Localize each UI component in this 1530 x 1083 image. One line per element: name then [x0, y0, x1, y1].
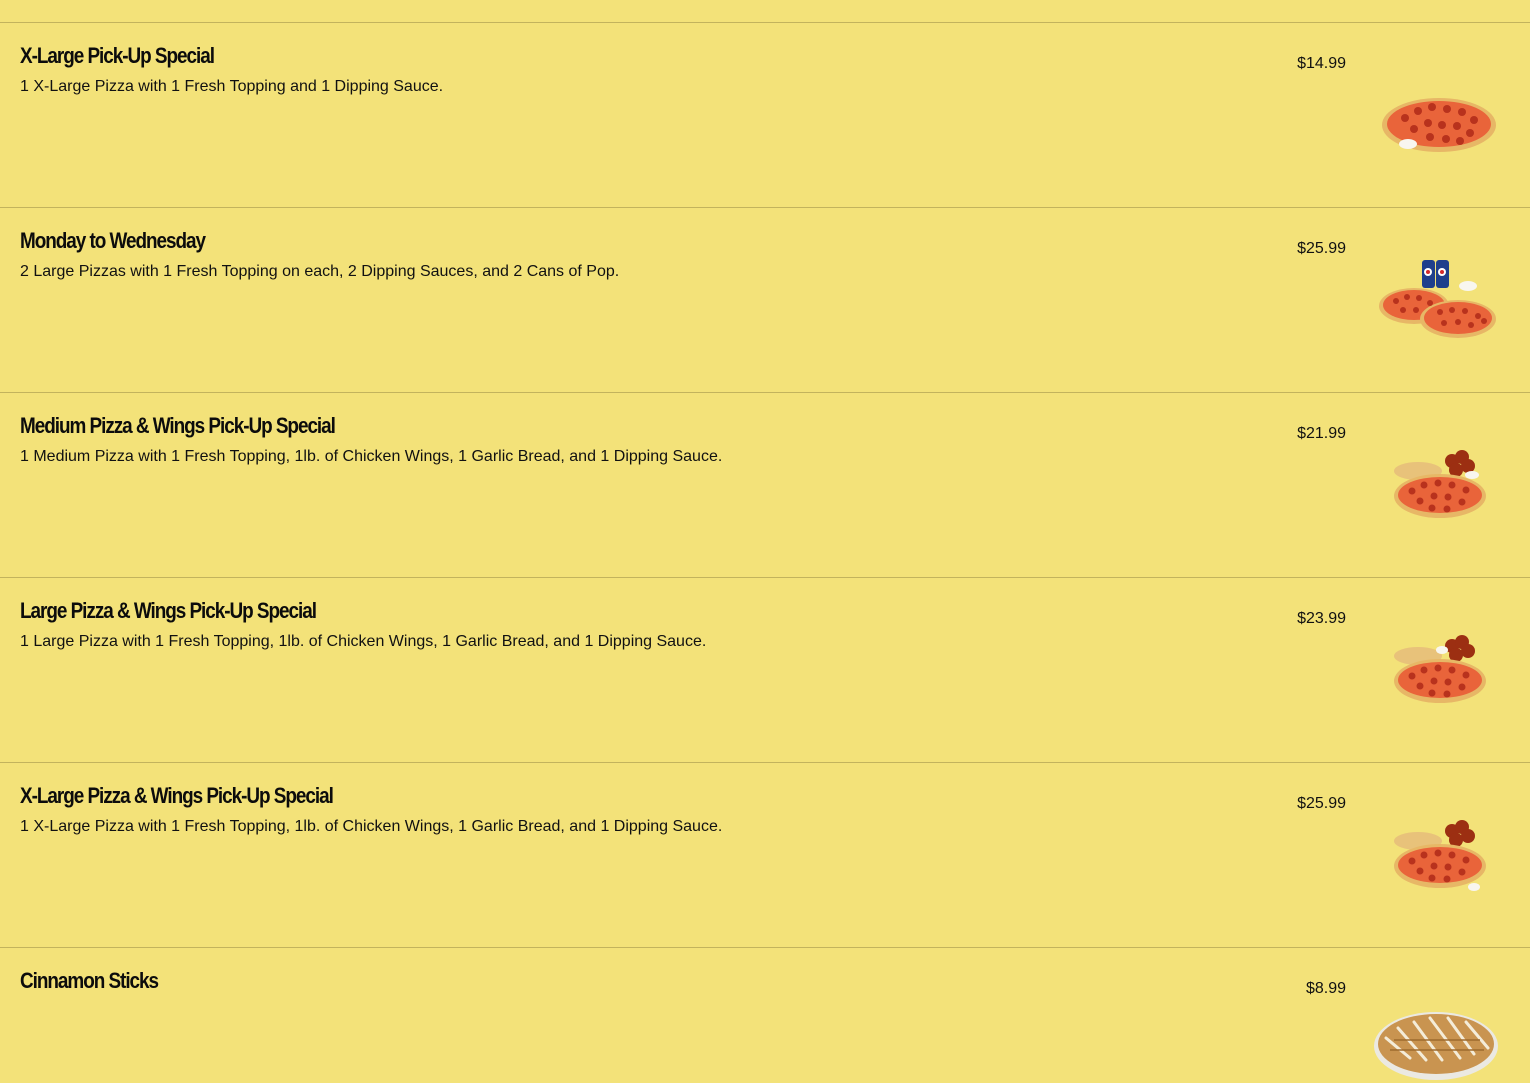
- item-price: $23.99: [1297, 610, 1346, 627]
- menu-page: X-Large Pick-Up Special 1 X-Large Pizza …: [0, 0, 1530, 1083]
- item-price: $14.99: [1297, 55, 1346, 72]
- item-name: Cinnamon Sticks: [20, 968, 159, 993]
- item-description: 1 Large Pizza with 1 Fresh Topping, 1lb.…: [20, 633, 707, 650]
- item-description: 1 X-Large Pizza with 1 Fresh Topping, 1l…: [20, 818, 723, 835]
- pizza-wings-bread-photo[interactable]: [1370, 433, 1506, 533]
- item-name: Large Pizza & Wings Pick-Up Special: [20, 598, 317, 623]
- item-name: Medium Pizza & Wings Pick-Up Special: [20, 413, 336, 438]
- menu-item[interactable]: Medium Pizza & Wings Pick-Up Special 1 M…: [0, 392, 1530, 577]
- menu-list: X-Large Pick-Up Special 1 X-Large Pizza …: [0, 22, 1530, 1083]
- menu-item[interactable]: X-Large Pick-Up Special 1 X-Large Pizza …: [0, 22, 1530, 207]
- pizza-wings-bread-photo[interactable]: [1370, 803, 1506, 903]
- menu-item[interactable]: Large Pizza & Wings Pick-Up Special 1 La…: [0, 577, 1530, 762]
- two-pizzas-pop-photo[interactable]: [1370, 248, 1506, 348]
- item-price: $25.99: [1297, 240, 1346, 257]
- menu-item[interactable]: Cinnamon Sticks $8.99: [0, 947, 1530, 1083]
- item-price: $25.99: [1297, 795, 1346, 812]
- item-description: 2 Large Pizzas with 1 Fresh Topping on e…: [20, 263, 620, 280]
- cinnamon-sticks-photo[interactable]: [1370, 988, 1506, 1083]
- item-price: $8.99: [1305, 980, 1346, 997]
- menu-item[interactable]: X-Large Pizza & Wings Pick-Up Special 1 …: [0, 762, 1530, 947]
- pizza-wings-bread-photo[interactable]: [1370, 618, 1506, 718]
- item-description: 1 Medium Pizza with 1 Fresh Topping, 1lb…: [20, 448, 723, 465]
- item-name: X-Large Pizza & Wings Pick-Up Special: [20, 783, 334, 808]
- item-price: $21.99: [1297, 425, 1346, 442]
- item-name: X-Large Pick-Up Special: [20, 43, 215, 68]
- item-name: Monday to Wednesday: [20, 228, 206, 253]
- menu-item[interactable]: Monday to Wednesday 2 Large Pizzas with …: [0, 207, 1530, 392]
- item-description: 1 X-Large Pizza with 1 Fresh Topping and…: [20, 78, 444, 95]
- xlarge-pizza-dip-photo[interactable]: [1370, 63, 1506, 163]
